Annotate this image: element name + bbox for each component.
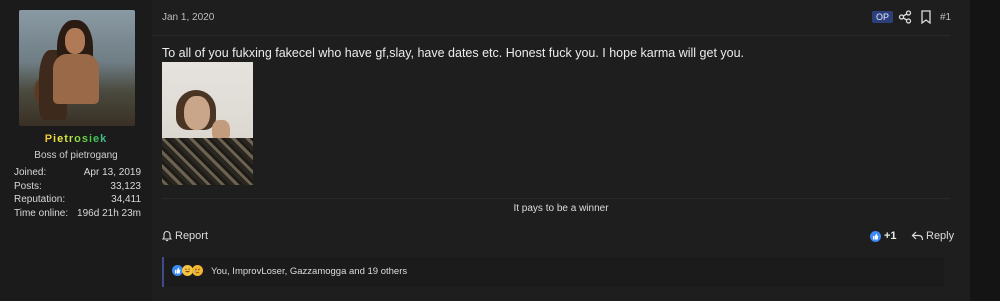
reply-button[interactable]: Reply — [911, 230, 954, 242]
stat-reputation: Reputation: 34,411 — [14, 193, 141, 207]
image-shirt — [162, 138, 253, 185]
stat-value: 34,411 — [111, 194, 141, 205]
reaction-icons — [172, 265, 203, 276]
cry-reaction-icon — [192, 265, 203, 276]
signature-divider — [162, 198, 950, 199]
header-divider — [152, 35, 950, 36]
like-icon — [870, 230, 881, 242]
user-sidebar: Pietrosiek Boss of pietrogang Joined: Ap… — [0, 0, 152, 301]
user-stats: Joined: Apr 13, 2019 Posts: 33,123 Reput… — [14, 166, 141, 220]
reply-icon — [911, 231, 924, 241]
username[interactable]: Pietrosiek — [0, 133, 152, 145]
image-face — [184, 96, 210, 130]
user-title: Boss of pietrogang — [34, 150, 118, 161]
op-badge: OP — [872, 11, 894, 23]
stat-posts: Posts: 33,123 — [14, 180, 141, 194]
stat-value: 33,123 — [110, 180, 141, 192]
stat-label: Reputation: — [14, 194, 66, 205]
avatar-face — [65, 28, 85, 54]
bell-icon — [161, 230, 173, 242]
user-avatar[interactable] — [19, 10, 135, 126]
stat-label: Posts: — [14, 180, 42, 192]
signature: It pays to be a winner — [513, 203, 609, 214]
reply-label: Reply — [926, 230, 955, 242]
reaction-score[interactable]: +1 — [870, 230, 897, 242]
stat-value: Apr 13, 2019 — [83, 167, 141, 178]
stat-label: Joined: — [14, 167, 47, 178]
bookmark-icon[interactable] — [920, 10, 932, 24]
reactions-bar[interactable]: You, ImprovLoser, Gazzamogga and 19 othe… — [162, 257, 944, 287]
post-number[interactable]: #1 — [940, 12, 951, 23]
reactions-list[interactable]: You, ImprovLoser, Gazzamogga and 19 othe… — [211, 266, 407, 277]
post-body: Jan 1, 2020 OP #1 To all of you fukxing … — [152, 0, 970, 301]
attached-image[interactable] — [162, 62, 253, 185]
stat-joined: Joined: Apr 13, 2019 — [14, 166, 141, 180]
post-message: To all of you fukxing fakecel who have g… — [162, 46, 745, 60]
report-button[interactable]: Report — [161, 230, 208, 242]
stat-label: Time online: — [14, 207, 69, 219]
report-label: Report — [175, 230, 209, 242]
share-icon[interactable] — [898, 10, 912, 24]
reaction-score-value: +1 — [884, 230, 897, 242]
post-date[interactable]: Jan 1, 2020 — [162, 12, 214, 23]
avatar-torso — [53, 54, 99, 104]
stat-value: 196d 21h 23m — [77, 207, 141, 219]
stat-time-online: Time online: 196d 21h 23m — [14, 207, 141, 221]
